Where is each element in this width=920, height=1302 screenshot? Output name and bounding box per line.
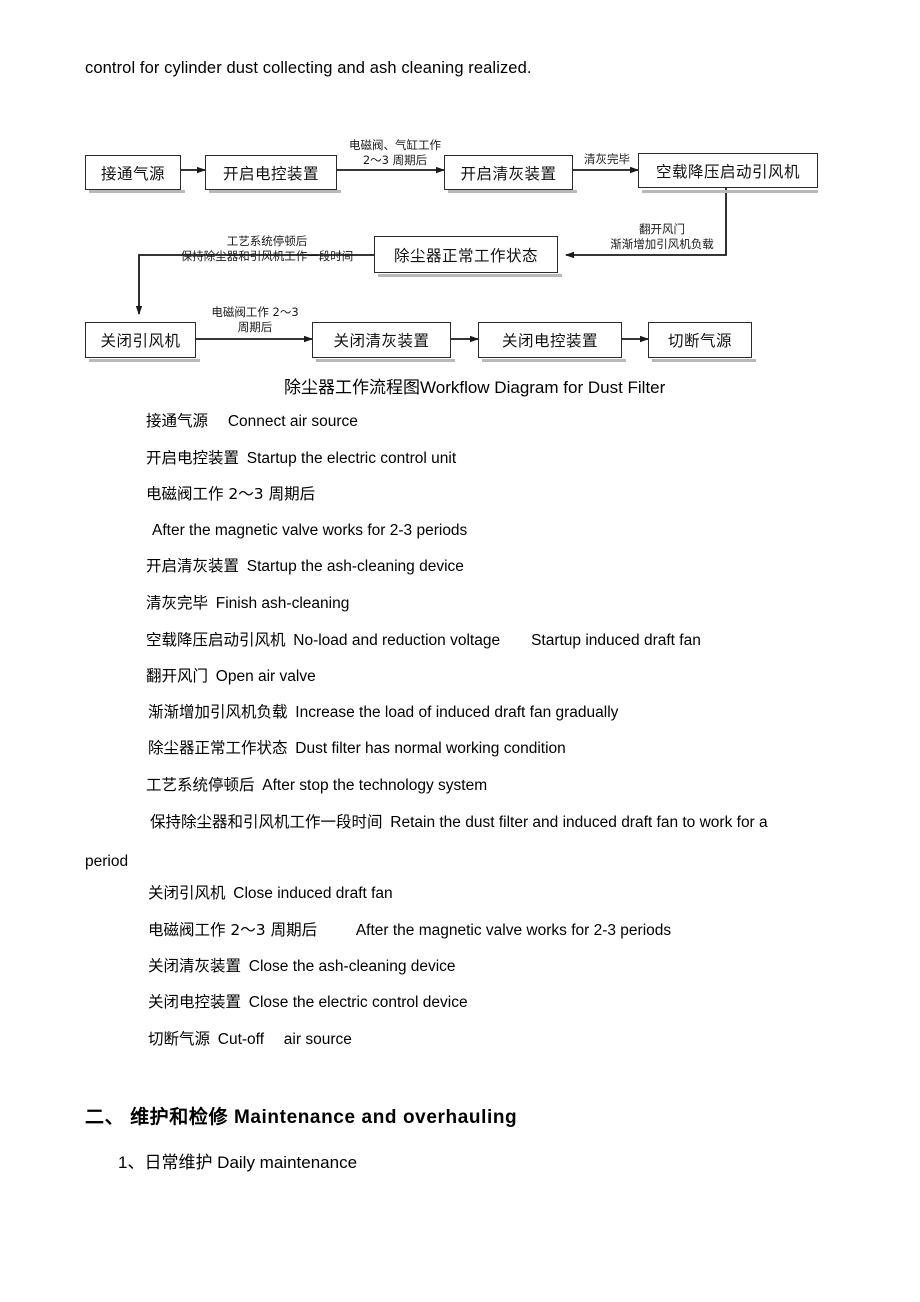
flowchart-caption: 除尘器工作流程图Workflow Diagram for Dust Filter	[284, 378, 666, 397]
glossary-item: 电磁阀工作 2～3 周期后	[146, 484, 315, 506]
box-shadow	[209, 190, 341, 193]
box-shadow	[482, 359, 626, 362]
glossary-term-en: Increase the load of induced draft fan g…	[295, 704, 619, 721]
glossary-item: 接通气源 Connect air source	[146, 411, 358, 433]
glossary-term-cn: 接通气源	[146, 412, 209, 430]
glossary-item: 关闭引风机 Close induced draft fan	[148, 883, 393, 905]
intro-paragraph: control for cylinder dust collecting and…	[85, 59, 532, 77]
glossary-term-en: Cut-off air source	[217, 1031, 352, 1048]
glossary-term-cn: 工艺系统停顿后	[146, 776, 255, 794]
glossary-separator	[239, 558, 247, 575]
glossary-term-cn: 保持除尘器和引风机工作一段时间	[150, 813, 383, 831]
edge-label-valve-periods-line1: 电磁阀工作 2～3	[211, 305, 299, 319]
glossary-term-en: No-load and reduction voltage Startup in…	[293, 632, 701, 649]
glossary-separator	[208, 668, 216, 685]
glossary-term-cn: 切断气源	[148, 1030, 211, 1048]
glossary-item: 空载降压启动引风机 No-load and reduction voltage …	[146, 630, 701, 652]
glossary-term-en: Open air valve	[215, 668, 316, 685]
glossary-item: 清灰完毕 Finish ash-cleaning	[146, 593, 349, 615]
glossary-term-cn: 开启电控装置	[146, 449, 240, 467]
box-shadow	[448, 190, 577, 193]
glossary-term-en: Finish ash-cleaning	[215, 595, 350, 612]
glossary-item: 保持除尘器和引风机工作一段时间 Retain the dust filter a…	[150, 812, 768, 834]
flow-box-noload-start-fan: 空载降压启动引风机	[638, 153, 818, 188]
edge-label-open-valve-line1: 翻开风门	[639, 222, 685, 236]
flow-box-cut-off-air-source: 切断气源	[648, 322, 752, 358]
glossary-term-cn: 关闭清灰装置	[148, 957, 242, 975]
box-shadow	[316, 359, 455, 362]
edge-label-ash-cleaning-finished: 清灰完毕	[584, 152, 630, 166]
glossary-term-cn: 关闭引风机	[148, 884, 226, 902]
glossary-separator	[210, 1031, 218, 1048]
subsection-heading-daily-maintenance: 1、日常维护 Daily maintenance	[118, 1153, 358, 1172]
glossary-term-cn: 除尘器正常工作状态	[148, 739, 288, 757]
document-page: control for cylinder dust collecting and…	[0, 0, 920, 1302]
glossary-item: 切断气源 Cut-off air source	[148, 1029, 352, 1051]
box-shadow	[378, 274, 562, 277]
edge-label-stop-system-line1: 工艺系统停顿后	[226, 234, 308, 248]
glossary-item: period	[85, 851, 128, 873]
glossary-item: 翻开风门 Open air valve	[146, 666, 316, 688]
flow-box-close-electric-control: 关闭电控装置	[478, 322, 622, 358]
edge-label-valve-periods-line2: 周期后	[237, 320, 273, 334]
flow-box-close-fan: 关闭引风机	[85, 322, 196, 358]
glossary-separator	[208, 413, 228, 430]
glossary-term-cn: 空载降压启动引风机	[146, 631, 286, 649]
glossary-term-cn: 开启清灰装置	[146, 557, 240, 575]
flow-box-connect-air-source: 接通气源	[85, 155, 181, 190]
glossary-separator	[317, 922, 325, 939]
glossary-item: 关闭清灰装置 Close the ash-cleaning device	[148, 956, 456, 978]
glossary-term-en: Close the electric control device	[248, 994, 468, 1011]
edge-label-stop-system-line2: 保持除尘器和引风机工作一段时间	[180, 249, 354, 263]
glossary-term-en: Close induced draft fan	[233, 885, 393, 902]
glossary-term-en: Close the ash-cleaning device	[248, 958, 456, 975]
box-shadow	[642, 190, 818, 193]
glossary-term-en: Retain the dust filter and induced draft…	[390, 814, 768, 831]
flow-box-normal-working-state: 除尘器正常工作状态	[374, 236, 558, 273]
flow-box-startup-ash-cleaning: 开启清灰装置	[444, 155, 573, 190]
glossary-item: 电磁阀工作 2～3 周期后 After the magnetic valve w…	[148, 920, 671, 942]
glossary-term-en: Connect air source	[227, 413, 358, 430]
box-shadow	[89, 190, 185, 193]
box-shadow	[652, 359, 756, 362]
glossary-term-cn: 清灰完毕	[146, 594, 209, 612]
glossary-item: 除尘器正常工作状态 Dust filter has normal working…	[148, 738, 566, 760]
glossary-term-en: After the magnetic valve works for 2-3 p…	[152, 522, 468, 539]
edge-label-valve-cylinder-line2: 2～3 周期后	[362, 153, 428, 167]
glossary-term-en: Startup the electric control unit	[246, 450, 457, 467]
glossary-item: 渐渐增加引风机负载 Increase the load of induced d…	[148, 702, 618, 724]
glossary-term-cn: 关闭电控装置	[148, 993, 242, 1011]
glossary-term-en: Dust filter has normal working condition	[295, 740, 566, 757]
box-shadow	[89, 359, 200, 362]
glossary-term-cn: 电磁阀工作 2～3 周期后	[148, 921, 318, 939]
glossary-separator	[241, 994, 249, 1011]
glossary-term-cn: 电磁阀工作 2～3 周期后	[146, 485, 316, 503]
glossary-separator	[208, 595, 216, 612]
glossary-term-cn: 翻开风门	[146, 667, 209, 685]
glossary-item: 开启清灰装置 Startup the ash-cleaning device	[146, 556, 464, 578]
edge-label-open-valve-line2: 渐渐增加引风机负载	[610, 237, 714, 251]
flow-box-close-ash-cleaning: 关闭清灰装置	[312, 322, 451, 358]
glossary-separator	[239, 450, 247, 467]
glossary-item: After the magnetic valve works for 2-3 p…	[152, 520, 467, 542]
glossary-term-en: After the magnetic valve works for 2-3 p…	[324, 922, 672, 939]
glossary-item: 开启电控装置 Startup the electric control unit	[146, 448, 456, 470]
glossary-item: 关闭电控装置 Close the electric control device	[148, 992, 468, 1014]
edge-label-valve-cylinder-line1: 电磁阀、气缸工作	[349, 138, 441, 152]
glossary-term-en: period	[85, 853, 129, 870]
glossary-item: 工艺系统停顿后 After stop the technology system	[146, 775, 487, 797]
flow-box-startup-electric-control: 开启电控装置	[205, 155, 337, 190]
glossary-term-cn: 渐渐增加引风机负载	[148, 703, 288, 721]
section-heading-maintenance: 二、 维护和检修 Maintenance and overhauling	[85, 1107, 518, 1128]
glossary-term-en: Startup the ash-cleaning device	[246, 558, 464, 575]
glossary-separator	[241, 958, 249, 975]
glossary-term-en: After stop the technology system	[262, 777, 488, 794]
